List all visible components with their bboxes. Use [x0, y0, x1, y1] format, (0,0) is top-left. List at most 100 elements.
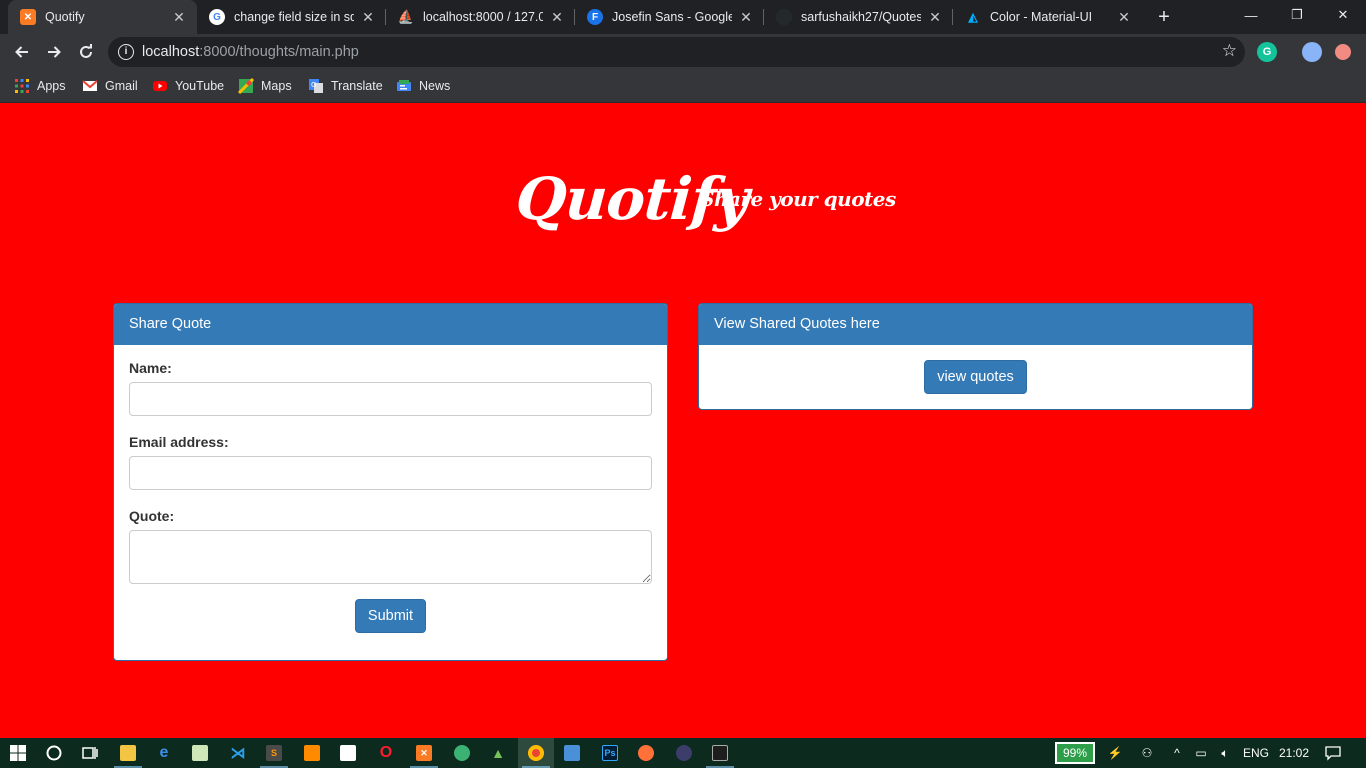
taskbar-chrome[interactable] [518, 738, 554, 768]
firefox-icon [638, 745, 654, 761]
clock[interactable]: 21:02 [1276, 738, 1312, 768]
taskbar-app-dark[interactable] [666, 738, 702, 768]
tab-github-repo[interactable]: sarfushaikh27/Quotes-V ✕ [764, 0, 953, 34]
taskbar-firefox[interactable] [628, 738, 664, 768]
quote-label: Quote: [129, 508, 175, 524]
tab-title: Quotify [45, 10, 85, 24]
vscode-icon: ⋊ [230, 745, 246, 762]
browser-tab-strip: ✕ Quotify ✕ G change field size in sql ✕… [0, 0, 1366, 34]
reload-button[interactable] [72, 38, 100, 66]
site-info-icon[interactable]: i [118, 44, 134, 60]
address-bar[interactable]: i localhost:8000/thoughts/main.php ☆ [108, 37, 1245, 67]
photoshop-icon: Ps [602, 745, 618, 761]
notifications-icon[interactable] [1318, 738, 1348, 768]
show-hidden-icons-chevron-icon[interactable]: ^ [1168, 738, 1186, 768]
bookmark-apps[interactable]: Apps [14, 77, 66, 95]
cortana-circle-icon [46, 745, 62, 761]
bookmark-label: Apps [37, 79, 66, 93]
quote-textarea[interactable] [129, 530, 652, 584]
translate-icon: G [309, 79, 323, 93]
view-quotes-body: view quotes [699, 345, 1252, 409]
tab-josefin-sans[interactable]: F Josefin Sans - Google F ✕ [575, 0, 764, 34]
taskbar-command-prompt[interactable] [702, 738, 738, 768]
command-prompt-icon [712, 745, 728, 761]
document-icon [340, 745, 356, 761]
submit-button[interactable]: Submit [354, 599, 427, 633]
close-tab-icon[interactable]: ✕ [738, 9, 754, 25]
taskbar-box-app[interactable] [554, 738, 590, 768]
bookmark-label: Gmail [105, 79, 138, 93]
apps-grid-icon [15, 79, 29, 93]
bookmark-label: Translate [331, 79, 383, 93]
bookmark-label: News [419, 79, 451, 93]
language-indicator[interactable]: ENG [1240, 738, 1272, 768]
taskbar-notepad[interactable] [182, 738, 218, 768]
taskbar-document[interactable] [330, 738, 366, 768]
bookmark-star-icon[interactable]: ☆ [1222, 41, 1237, 61]
email-input[interactable] [129, 456, 652, 490]
restore-button[interactable]: ❐ [1274, 0, 1320, 30]
tab-change-field-size[interactable]: G change field size in sql ✕ [197, 0, 386, 34]
notepad-icon [192, 745, 208, 761]
taskbar-android-studio[interactable]: ▲ [480, 738, 516, 768]
grammarly-icon[interactable]: G [1257, 42, 1277, 62]
tab-title: localhost:8000 / 127.0.0 [423, 10, 543, 24]
material-ui-icon: ◭ [968, 10, 978, 24]
forward-button[interactable] [40, 38, 68, 66]
edge-icon: e [159, 744, 169, 761]
update-icon[interactable] [1335, 44, 1351, 60]
profile-avatar[interactable] [1302, 42, 1322, 62]
taskbar-xampp[interactable]: ✕ [406, 738, 442, 768]
close-tab-icon[interactable]: ✕ [1116, 9, 1132, 25]
windows-taskbar: e ⋊ S O ✕ ▲ Ps 99% ⚡ ⚇ ^ ▭ 🔈︎ ENG 21:02 [0, 738, 1366, 768]
bookmark-maps[interactable]: Maps [238, 77, 292, 95]
bookmarks-bar: Apps Gmail YouTube Maps G Translate News [0, 70, 1366, 103]
close-tab-icon[interactable]: ✕ [549, 9, 565, 25]
new-tab-button[interactable]: + [1153, 7, 1175, 27]
url-text: localhost:8000/thoughts/main.php [142, 44, 359, 60]
taskbar-file-explorer[interactable] [110, 738, 146, 768]
taskbar-sublime[interactable]: S [256, 738, 292, 768]
battery-tray-icon[interactable]: ▭ [1190, 738, 1212, 768]
battery-indicator[interactable]: 99% [1055, 742, 1095, 764]
taskbar-photoshop[interactable]: Ps [592, 738, 628, 768]
view-quotes-button[interactable]: view quotes [924, 360, 1027, 394]
taskbar-opera[interactable]: O [368, 738, 404, 768]
google-fonts-icon: F [587, 9, 603, 25]
uc-browser-icon [304, 745, 320, 761]
people-icon[interactable]: ⚇ [1136, 738, 1158, 768]
task-view-button[interactable] [72, 738, 108, 768]
tab-material-ui[interactable]: ◭ Color - Material-UI ✕ [953, 0, 1142, 34]
cortana-button[interactable] [36, 738, 72, 768]
name-input[interactable] [129, 382, 652, 416]
tab-phpmyadmin[interactable]: ⛵ localhost:8000 / 127.0.0 ✕ [386, 0, 575, 34]
start-button[interactable] [0, 738, 36, 768]
svg-text:G: G [311, 81, 316, 89]
bookmark-translate[interactable]: G Translate [308, 77, 383, 95]
android-icon: ▲ [491, 745, 505, 761]
share-quote-panel: Share Quote Name: Email address: Quote: … [113, 303, 668, 661]
taskbar-edge[interactable]: e [146, 738, 182, 768]
browser-toolbar: i localhost:8000/thoughts/main.php ☆ G [0, 34, 1366, 70]
folder-icon [120, 745, 136, 761]
forward-arrow-icon [48, 46, 61, 58]
close-tab-icon[interactable]: ✕ [360, 9, 376, 25]
minimize-button[interactable]: — [1228, 0, 1274, 30]
github-icon [776, 9, 792, 25]
bookmark-gmail[interactable]: Gmail [82, 77, 138, 95]
bookmark-youtube[interactable]: YouTube [152, 77, 224, 95]
taskbar-vscode[interactable]: ⋊ [220, 738, 256, 768]
taskbar-uc-browser[interactable] [294, 738, 330, 768]
close-tab-icon[interactable]: ✕ [927, 9, 943, 25]
taskbar-app-green[interactable] [444, 738, 480, 768]
volume-icon[interactable]: 🔈︎ [1214, 738, 1236, 768]
close-tab-icon[interactable]: ✕ [171, 9, 187, 25]
tab-title: sarfushaikh27/Quotes-V [801, 10, 921, 24]
power-plug-icon[interactable]: ⚡ [1104, 738, 1126, 768]
close-window-button[interactable]: ✕ [1320, 0, 1366, 30]
view-quotes-heading: View Shared Quotes here [699, 304, 1252, 345]
back-button[interactable] [8, 38, 36, 66]
google-icon: G [209, 9, 225, 25]
tab-quotify[interactable]: ✕ Quotify ✕ [8, 0, 197, 34]
bookmark-news[interactable]: News [396, 77, 450, 95]
